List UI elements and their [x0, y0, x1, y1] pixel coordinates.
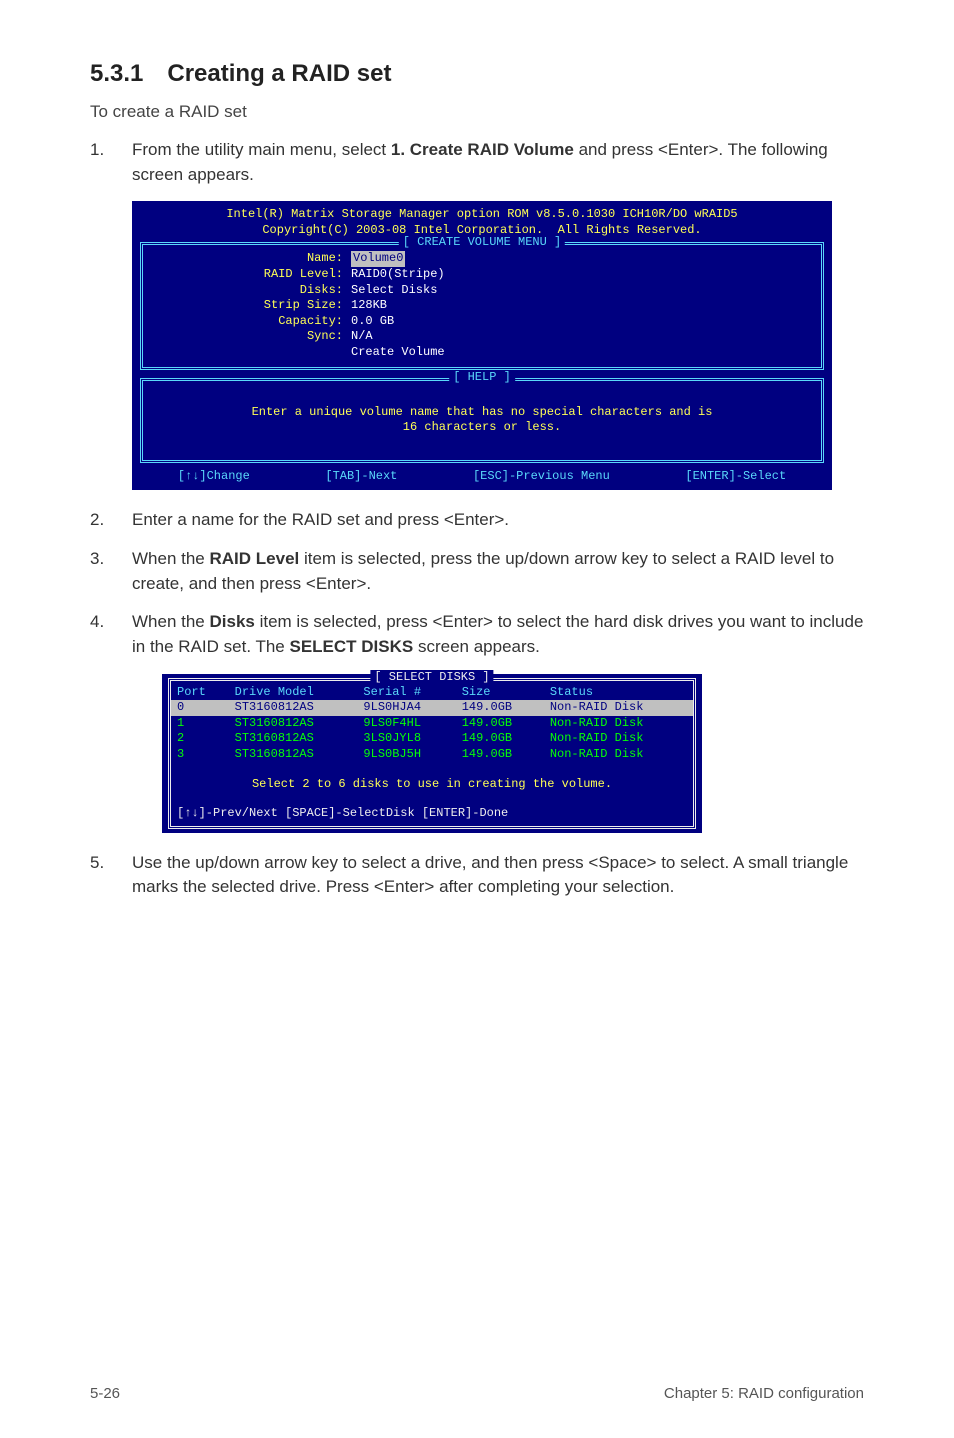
cell-model: ST3160812AS [229, 747, 358, 763]
bios-create-volume-screen: Intel(R) Matrix Storage Manager option R… [132, 201, 832, 490]
bios-disks-message: Select 2 to 6 disks to use in creating t… [171, 763, 693, 807]
cell-size: 149.0GB [456, 700, 544, 716]
step-text: Enter a name for the RAID set and press … [132, 508, 864, 533]
bios-form-label: Sync: [151, 329, 351, 345]
table-row: 3ST3160812AS9LS0BJ5H149.0GBNon-RAID Disk [171, 747, 693, 763]
intro-text: To create a RAID set [90, 102, 864, 122]
cell-port: 0 [171, 700, 229, 716]
cell-port: 3 [171, 747, 229, 763]
bios-form-label: Capacity: [151, 314, 351, 330]
col-model: Drive Model [229, 685, 358, 701]
cell-port: 1 [171, 716, 229, 732]
bios-form-label: Name: [151, 251, 351, 267]
step-number: 1. [90, 138, 132, 187]
table-row: 2ST3160812AS3LS0JYL8149.0GBNon-RAID Disk [171, 731, 693, 747]
step-text: Use the up/down arrow key to select a dr… [132, 851, 864, 900]
cell-status: Non-RAID Disk [544, 747, 693, 763]
bios-form-value: N/A [351, 329, 373, 345]
bios-help-text: Enter a unique volume name that has no s… [143, 381, 821, 460]
bios-form-row: Disks:Select Disks [151, 283, 813, 299]
section-heading: 5.3.1 Creating a RAID set [90, 60, 864, 88]
bios-form-row: RAID Level:RAID0(Stripe) [151, 267, 813, 283]
step-bold: RAID Level [210, 549, 300, 568]
col-size: Size [456, 685, 544, 701]
cell-serial: 9LS0HJA4 [357, 700, 455, 716]
bios-form-value: Create Volume [351, 345, 445, 361]
cell-port: 2 [171, 731, 229, 747]
bios-key-hint: [TAB]-Next [325, 469, 397, 485]
step-2: 2. Enter a name for the RAID set and pre… [90, 508, 864, 533]
bios-form-value: Select Disks [351, 283, 437, 299]
bios-form-label: RAID Level: [151, 267, 351, 283]
step-text: When the [132, 612, 210, 631]
col-serial: Serial # [357, 685, 455, 701]
cell-model: ST3160812AS [229, 716, 358, 732]
bios-form-label [151, 345, 351, 361]
bios-select-disks-screen: [ SELECT DISKS ] Port Drive Model Serial… [162, 674, 702, 833]
bios-form-row: Capacity:0.0 GB [151, 314, 813, 330]
cell-serial: 3LS0JYL8 [357, 731, 455, 747]
cell-size: 149.0GB [456, 747, 544, 763]
bios-form-value: RAID0(Stripe) [351, 267, 445, 283]
cell-size: 149.0GB [456, 731, 544, 747]
bios-form-value: Volume0 [351, 251, 405, 267]
bios-key-hint: [↑↓]Change [178, 469, 250, 485]
col-port: Port [171, 685, 229, 701]
bios-form-label: Strip Size: [151, 298, 351, 314]
step-bold: 1. Create RAID Volume [391, 140, 574, 159]
step-text: When the [132, 549, 210, 568]
chapter-title: Chapter 5: RAID configuration [664, 1385, 864, 1402]
cell-status: Non-RAID Disk [544, 716, 693, 732]
bios-form-row: Name:Volume0 [151, 251, 813, 267]
cell-model: ST3160812AS [229, 700, 358, 716]
step-bold: SELECT DISKS [289, 637, 413, 656]
step-1: 1. From the utility main menu, select 1.… [90, 138, 864, 187]
step-5: 5. Use the up/down arrow key to select a… [90, 851, 864, 900]
cell-serial: 9LS0F4HL [357, 716, 455, 732]
step-4: 4. When the Disks item is selected, pres… [90, 610, 864, 659]
bios-key-hint: [ENTER]-Select [685, 469, 786, 485]
table-row: 1ST3160812AS9LS0F4HL149.0GBNon-RAID Disk [171, 716, 693, 732]
step-number: 5. [90, 851, 132, 900]
bios-form-value: 0.0 GB [351, 314, 394, 330]
page-number: 5-26 [90, 1385, 120, 1402]
step-text: From the utility main menu, select [132, 140, 391, 159]
bios-frame-title: [ CREATE VOLUME MENU ] [399, 235, 565, 251]
bios-select-disks-frame: [ SELECT DISKS ] Port Drive Model Serial… [168, 678, 696, 829]
step-bold: Disks [210, 612, 255, 631]
step-number: 3. [90, 547, 132, 596]
cell-status: Non-RAID Disk [544, 700, 693, 716]
table-row: 0ST3160812AS9LS0HJA4149.0GBNon-RAID Disk [171, 700, 693, 716]
step-number: 2. [90, 508, 132, 533]
bios-key-hint: [ESC]-Previous Menu [473, 469, 610, 485]
bios-key-hint: [↑↓]-Prev/Next [SPACE]-SelectDisk [ENTER… [171, 806, 693, 822]
bios-frame-title: [ SELECT DISKS ] [370, 670, 493, 686]
bios-form-row: Strip Size:128KB [151, 298, 813, 314]
bios-disks-table: Port Drive Model Serial # Size Status 0S… [171, 685, 693, 763]
bios-form-row: Create Volume [151, 345, 813, 361]
bios-help-frame: [ HELP ] Enter a unique volume name that… [140, 378, 824, 463]
bios-create-volume-frame: [ CREATE VOLUME MENU ] Name:Volume0RAID … [140, 242, 824, 369]
step-text: screen appears. [413, 637, 540, 656]
bios-header-line1: Intel(R) Matrix Storage Manager option R… [140, 207, 824, 223]
col-status: Status [544, 685, 693, 701]
cell-status: Non-RAID Disk [544, 731, 693, 747]
cell-model: ST3160812AS [229, 731, 358, 747]
cell-serial: 9LS0BJ5H [357, 747, 455, 763]
bios-form-label: Disks: [151, 283, 351, 299]
cell-size: 149.0GB [456, 716, 544, 732]
step-3: 3. When the RAID Level item is selected,… [90, 547, 864, 596]
bios-form-row: Sync:N/A [151, 329, 813, 345]
step-number: 4. [90, 610, 132, 659]
bios-frame-title: [ HELP ] [449, 370, 515, 386]
bios-form-value: 128KB [351, 298, 387, 314]
